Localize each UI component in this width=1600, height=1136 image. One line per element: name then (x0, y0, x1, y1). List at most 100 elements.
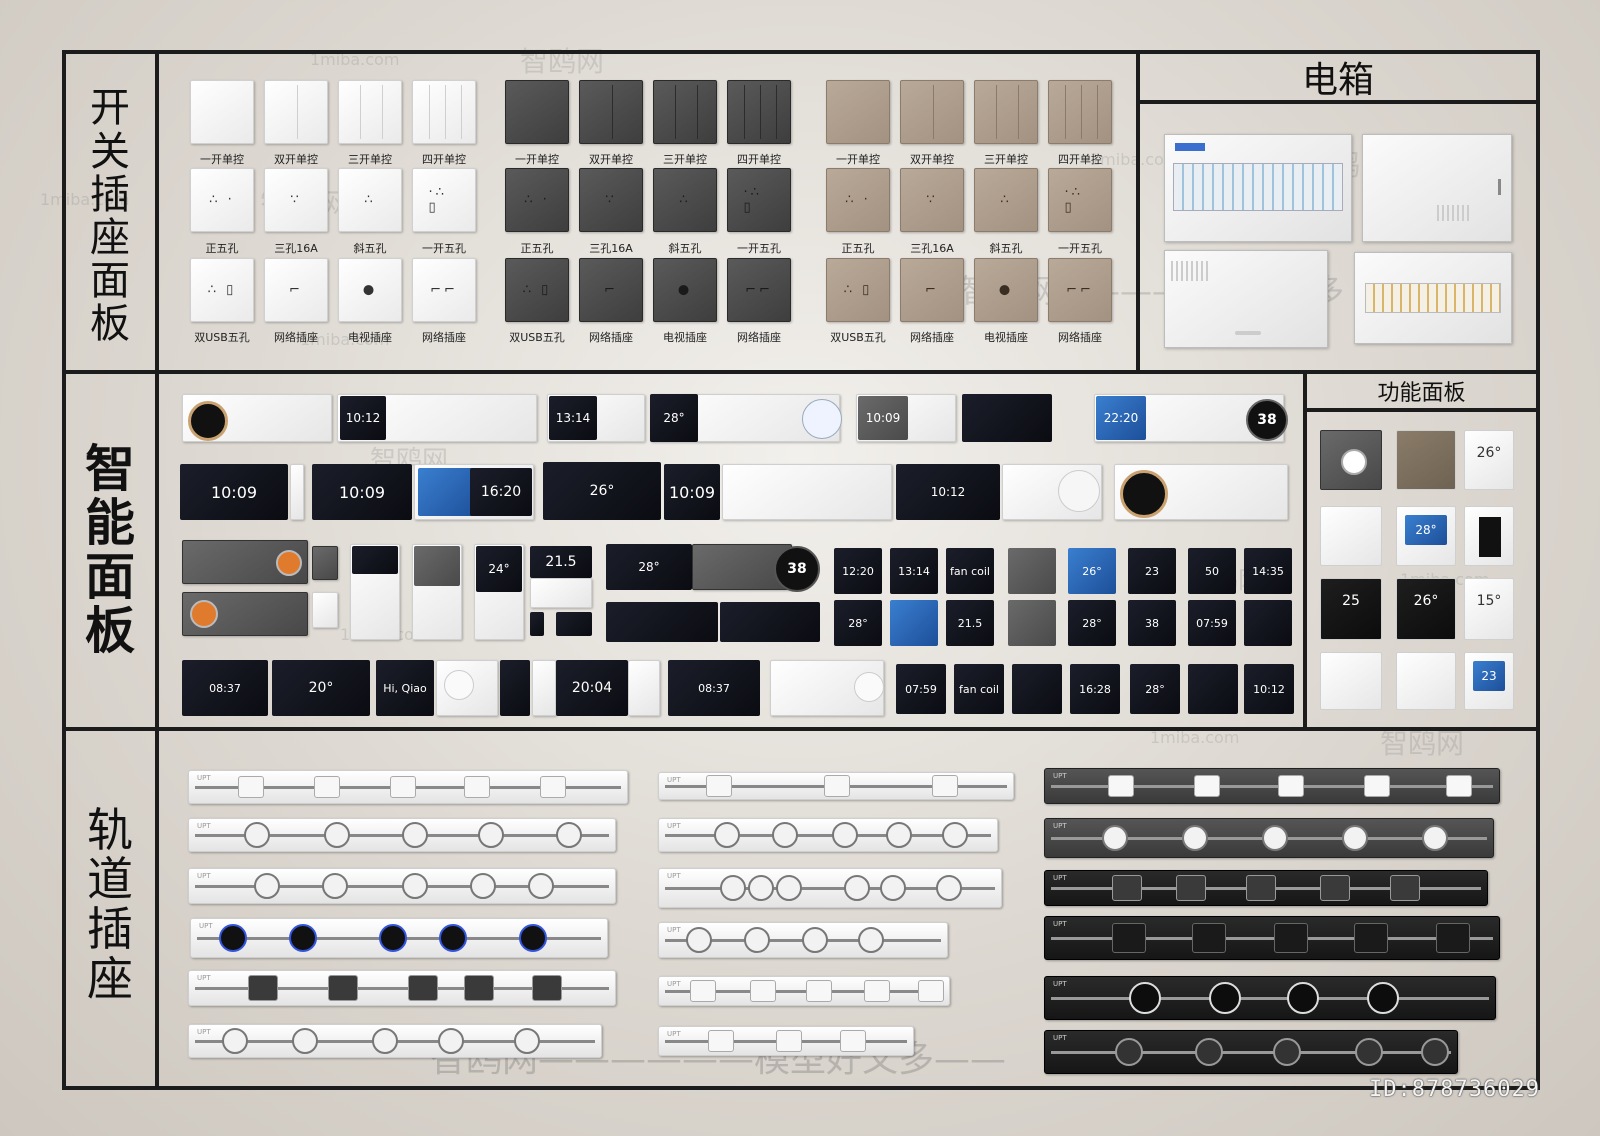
socket-adapter (1287, 982, 1319, 1014)
socket-adapter (1278, 775, 1304, 797)
round-dial: 38 (1246, 399, 1288, 441)
smart-screen: 10:12 (896, 464, 1000, 520)
socket-adapter (720, 875, 746, 901)
socket-adapter (1274, 923, 1308, 953)
socket-adapter (1195, 1038, 1223, 1066)
label-column-divider (155, 50, 159, 1090)
smart-screen: 08:37 (668, 660, 760, 716)
breaker-row (1173, 163, 1343, 211)
champagne-socket-panel: ·∴ ▯ (1048, 168, 1112, 232)
graphite-media-panel: ⌐ (579, 258, 643, 322)
white-socket-panel: ∴ (338, 168, 402, 232)
champagne-switch-panel (974, 80, 1038, 144)
socket-holes-icon: ∴ (1000, 192, 1012, 208)
socket-adapter (328, 975, 358, 1001)
smart-screen: 26° (543, 462, 661, 520)
socket-adapter (806, 980, 832, 1002)
smart-screen (606, 602, 718, 642)
white-switch-panel (412, 80, 476, 144)
socket-adapter (802, 927, 828, 953)
socket-adapter (438, 1028, 464, 1054)
champagne-media-panel: ● (974, 258, 1038, 322)
socket-adapter (748, 875, 774, 901)
gang-divider (760, 85, 761, 139)
smart-screen: 21.5 (530, 546, 592, 578)
socket-adapter (1194, 775, 1220, 797)
socket-adapter (219, 924, 247, 952)
gang-divider (933, 85, 934, 139)
socket-adapter (1342, 825, 1368, 851)
rail-brand-label: UPT (1053, 822, 1067, 830)
white-socket-panel: ·∴ ▯ (412, 168, 476, 232)
function-panel: 28° (1396, 506, 1456, 566)
track-rail-power: UPT (1044, 768, 1500, 804)
media-port-icon: ● (998, 282, 1014, 298)
smart-screen (1008, 548, 1056, 594)
socket-adapter (1262, 825, 1288, 851)
smart-screen: 10:09 (664, 464, 720, 520)
smart-screen: 28° (1068, 600, 1116, 646)
switch-label: 四开单控 (422, 153, 466, 166)
graphite-socket-panel: ∵ (579, 168, 643, 232)
socket-adapter (708, 1030, 734, 1052)
socket-adapter (776, 1030, 802, 1052)
white-switch-panel (264, 80, 328, 144)
rail-track (1051, 997, 1489, 1000)
gang-divider (996, 85, 997, 139)
socket-adapter (314, 776, 340, 798)
function-panel (1320, 652, 1382, 710)
socket-label: 斜五孔 (353, 242, 387, 255)
socket-holes-icon: ∴ (364, 192, 376, 208)
media-label: 双USB五孔 (194, 331, 250, 344)
breaker-row (1365, 283, 1501, 313)
socket-adapter (244, 822, 270, 848)
socket-adapter (880, 875, 906, 901)
function-divider (1303, 370, 1307, 730)
function-title-divider (1303, 408, 1540, 412)
smart-screen: 16:28 (1070, 664, 1120, 714)
media-label: 电视插座 (348, 331, 392, 344)
socket-adapter (936, 875, 962, 901)
function-screen: 23 (1473, 661, 1505, 691)
rail-brand-label: UPT (1053, 920, 1067, 928)
socket-adapter (776, 875, 802, 901)
smart-screen: fan coil (954, 664, 1004, 714)
door-handle (1498, 179, 1501, 195)
smart-screen (962, 394, 1052, 442)
function-panel: 25 (1320, 578, 1382, 640)
smart-screen: 14:35 (1244, 548, 1292, 594)
smart-panel-strip (628, 660, 660, 716)
gang-divider (776, 85, 777, 139)
rail-brand-label: UPT (1053, 874, 1067, 882)
smart-screen: 21.5 (946, 600, 994, 646)
function-panel: 23 (1464, 652, 1514, 710)
socket-holes-icon: ·∴ ▯ (743, 185, 762, 215)
socket-adapter (238, 776, 264, 798)
champagne-socket-panel: ∴ (974, 168, 1038, 232)
socket-adapter (408, 975, 438, 1001)
socket-adapter (470, 873, 496, 899)
socket-adapter (514, 1028, 540, 1054)
rail-brand-label: UPT (199, 922, 213, 930)
smart-panel-strip (312, 546, 338, 580)
gang-divider (461, 85, 462, 139)
socket-adapter (1129, 982, 1161, 1014)
smart-panel-strip (530, 578, 592, 608)
socket-holes-icon: ∵ (290, 192, 302, 208)
media-label: 网络插座 (1058, 331, 1102, 344)
media-port-icon: ∴ ▯ (843, 282, 873, 298)
function-panel: 15° (1464, 578, 1514, 640)
socket-adapter (222, 1028, 248, 1054)
rail-brand-label: UPT (667, 926, 681, 934)
track-rail: UPT (658, 772, 1014, 800)
media-label: 电视插座 (984, 331, 1028, 344)
socket-adapter (1192, 923, 1226, 953)
socket-label: 三孔16A (274, 242, 318, 255)
socket-adapter (379, 924, 407, 952)
rail-brand-label: UPT (197, 1028, 211, 1036)
media-label: 网络插座 (589, 331, 633, 344)
function-readout: 15° (1476, 593, 1502, 609)
rail-brand-label: UPT (667, 872, 681, 880)
switch-label: 双开单控 (589, 153, 633, 166)
smart-screen: fan coil (946, 548, 994, 594)
